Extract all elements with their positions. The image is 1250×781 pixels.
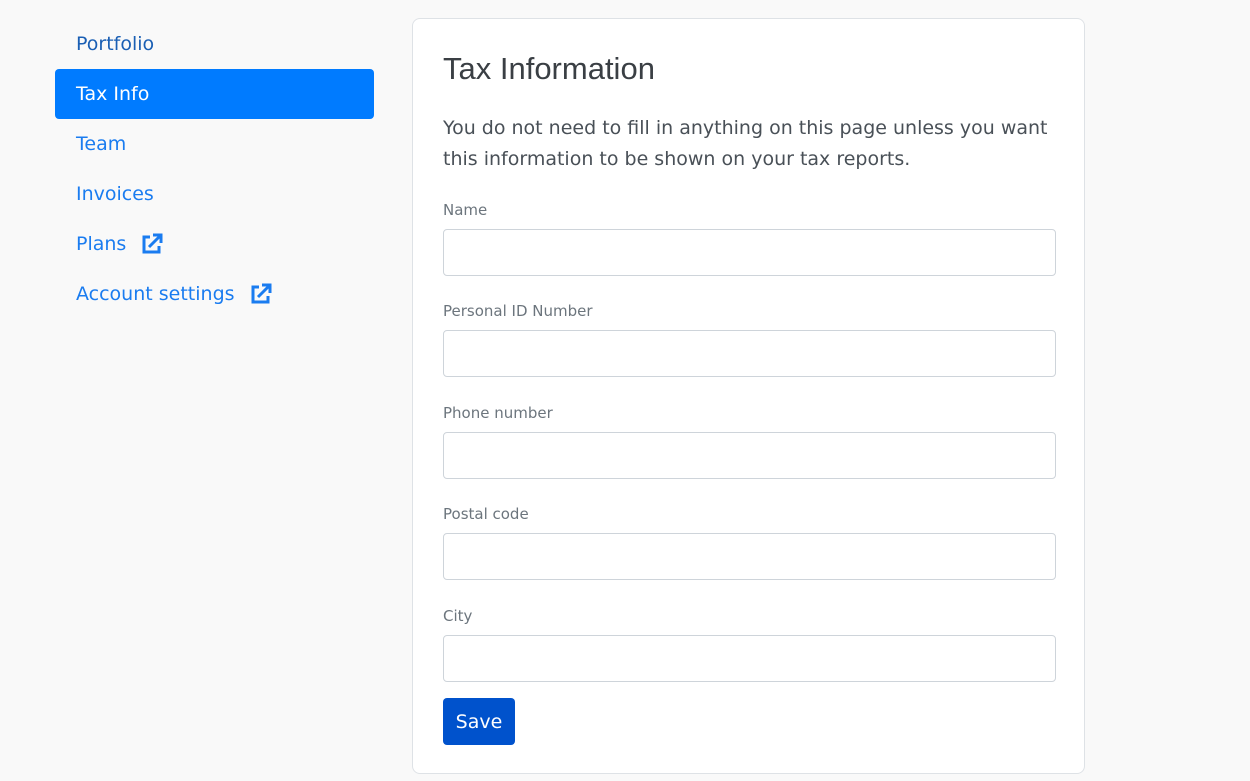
personal-id-field-group: Personal ID Number [443,302,1056,377]
sidebar-item-label: Invoices [76,183,154,205]
name-label: Name [443,201,488,219]
sidebar-item-portfolio[interactable]: Portfolio [55,19,374,69]
name-input[interactable] [443,229,1056,276]
sidebar-item-invoices[interactable]: Invoices [55,169,374,219]
sidebar-item-team[interactable]: Team [55,119,374,169]
city-field-group: City [443,607,1056,682]
sidebar-item-label: Team [76,133,127,155]
postal-code-input[interactable] [443,533,1056,580]
personal-id-input[interactable] [443,330,1056,377]
tax-info-card: Tax Information You do not need to fill … [412,18,1085,774]
sidebar-nav: Portfolio Tax Info Team Invoices Plans A… [55,19,374,319]
sidebar-item-label: Tax Info [76,83,150,105]
sidebar-item-account-settings[interactable]: Account settings [55,269,374,319]
name-field-group: Name [443,201,1056,276]
phone-field-group: Phone number [443,404,1056,479]
external-link-icon [140,232,164,256]
sidebar-item-label: Plans [76,233,127,255]
city-input[interactable] [443,635,1056,682]
phone-input[interactable] [443,432,1056,479]
save-button[interactable]: Save [443,698,515,745]
phone-label: Phone number [443,404,553,422]
sidebar-item-label: Portfolio [76,33,155,55]
postal-code-label: Postal code [443,505,529,523]
sidebar-item-plans[interactable]: Plans [55,219,374,269]
city-label: City [443,607,473,625]
external-link-icon [249,282,273,306]
personal-id-label: Personal ID Number [443,302,593,320]
sidebar-item-tax-info[interactable]: Tax Info [55,69,374,119]
page-title: Tax Information [443,51,655,86]
postal-code-field-group: Postal code [443,505,1056,580]
sidebar-item-label: Account settings [76,283,235,305]
intro-text: You do not need to fill in anything on t… [443,117,1048,170]
